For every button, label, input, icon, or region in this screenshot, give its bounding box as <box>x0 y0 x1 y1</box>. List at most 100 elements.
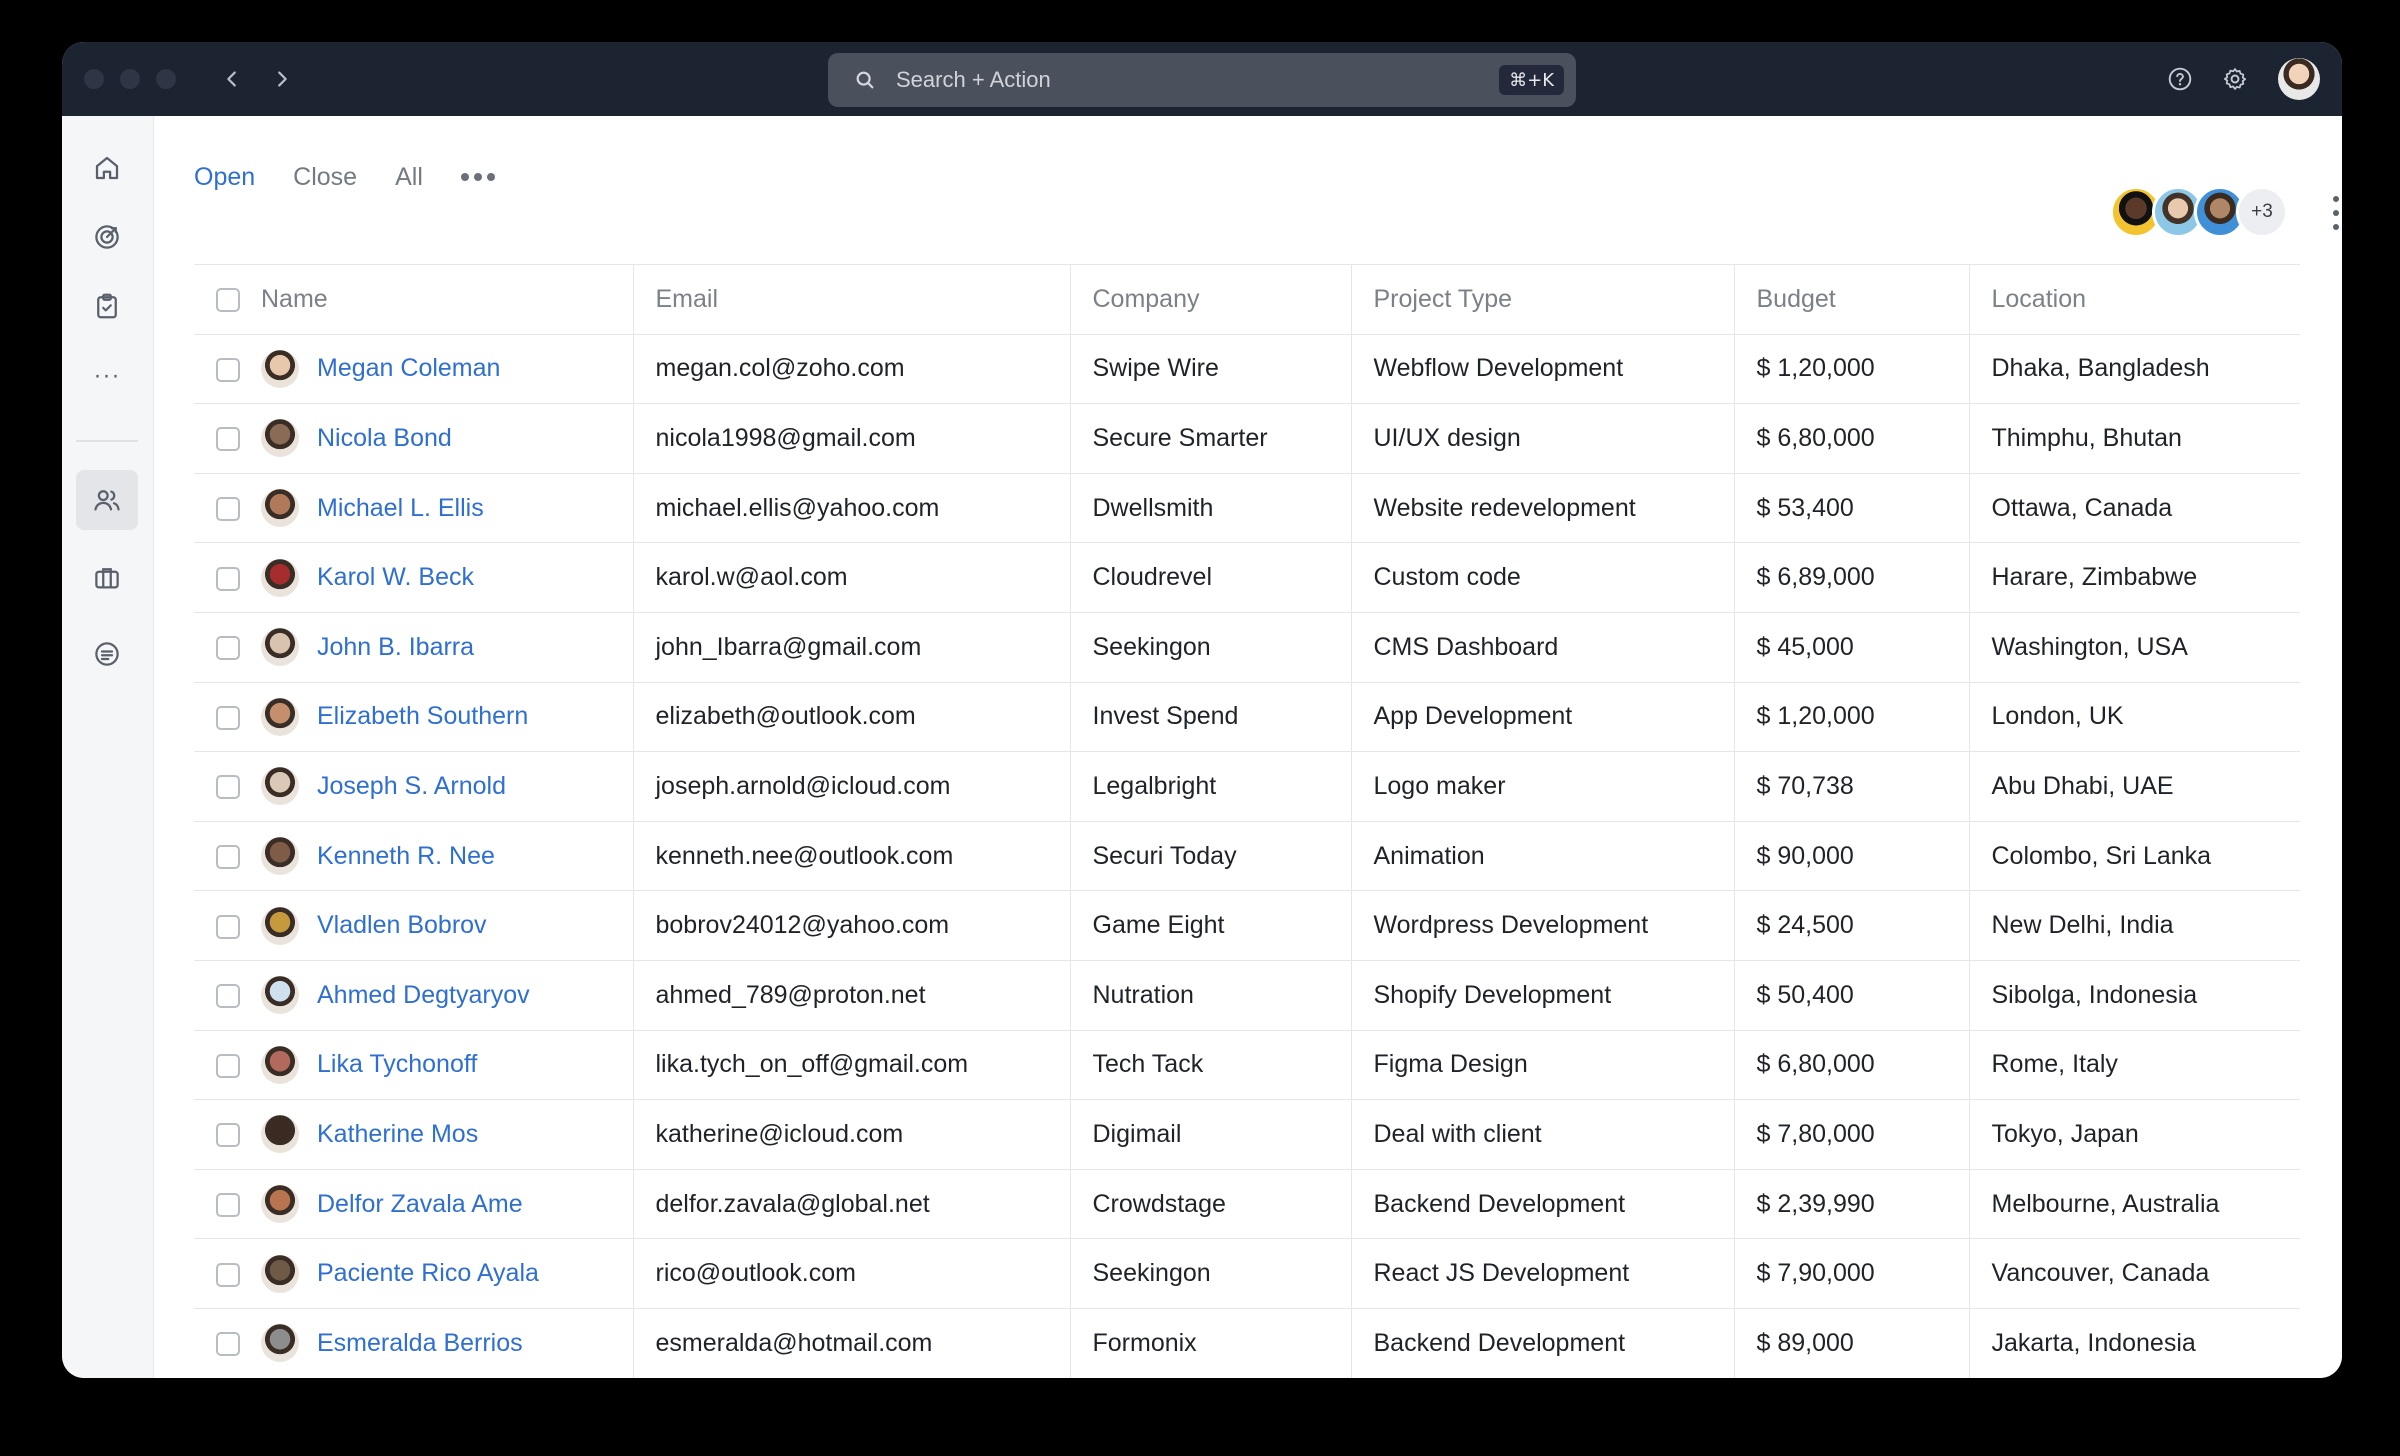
column-header-name[interactable]: Name <box>261 264 634 335</box>
table-row[interactable]: Nicola Bond nicola1998@gmail.com Secure Sm… <box>194 403 2300 474</box>
project-type-cell: Website redevelopment <box>1351 473 1735 543</box>
row-checkbox[interactable] <box>215 914 240 939</box>
tab-open[interactable]: Open <box>194 163 255 192</box>
row-checkbox[interactable] <box>215 705 240 730</box>
sidebar-item-messages[interactable] <box>76 624 138 684</box>
table-row[interactable]: Joseph S. Arnold joseph.arnold@icloud.com… <box>194 751 2300 822</box>
tab-all[interactable]: All <box>395 163 423 192</box>
row-checkbox[interactable] <box>215 427 240 452</box>
row-checkbox[interactable] <box>215 636 240 661</box>
budget-cell: $ 6,80,000 <box>1734 403 1970 474</box>
row-checkbox[interactable] <box>215 1262 240 1287</box>
settings-button[interactable] <box>2217 61 2253 97</box>
back-button[interactable] <box>212 59 252 99</box>
tab-close[interactable]: Close <box>293 163 357 192</box>
column-header-project-type[interactable]: Project Type <box>1351 264 1735 335</box>
row-checkbox[interactable] <box>215 775 240 800</box>
email-cell: ahmed_789@proton.net <box>633 960 1071 1031</box>
search-bar[interactable]: ⌘+K <box>828 53 1576 107</box>
shortcut-badge: ⌘+K <box>1499 65 1564 95</box>
project-type-cell: Wordpress Development <box>1351 890 1735 961</box>
contact-name-link[interactable]: Megan Coleman <box>317 354 500 383</box>
column-header-location[interactable]: Location <box>1969 265 2300 335</box>
sidebar-item-projects[interactable] <box>76 548 138 608</box>
select-all-checkbox[interactable] <box>215 288 240 313</box>
contact-name-link[interactable]: Katherine Mos <box>317 1120 478 1149</box>
budget-cell: $ 7,80,000 <box>1734 1099 1970 1170</box>
table-row[interactable]: Ahmed Degtyaryov ahmed_789@proton.net Nutr… <box>194 960 2300 1031</box>
company-cell: Invest Spend <box>1070 682 1352 752</box>
sidebar-item-contacts[interactable] <box>76 470 138 530</box>
name-cell: Nicola Bond <box>261 403 634 474</box>
contact-name-link[interactable]: Elizabeth Southern <box>317 702 528 731</box>
row-checkbox[interactable] <box>215 496 240 521</box>
table-row[interactable]: Elizabeth Southern elizabeth@outlook.com I… <box>194 682 2300 752</box>
table-row[interactable]: Megan Coleman megan.col@zoho.com Swipe Wir… <box>194 334 2300 404</box>
briefcase-icon <box>95 568 119 589</box>
contact-name-link[interactable]: Ahmed Degtyaryov <box>317 981 530 1010</box>
contact-name-link[interactable]: Michael L. Ellis <box>317 494 484 523</box>
company-cell: Seekingon <box>1070 1238 1352 1309</box>
more-tabs-button[interactable] <box>460 165 495 189</box>
row-checkbox[interactable] <box>215 1192 240 1217</box>
contact-name-link[interactable]: Kenneth R. Nee <box>317 842 495 871</box>
row-checkbox[interactable] <box>215 357 240 382</box>
location-cell: Tokyo, Japan <box>1991 1119 2139 1148</box>
table-row[interactable]: Paciente Rico Ayala rico@outlook.com Seeki… <box>194 1238 2300 1309</box>
table-row[interactable]: Katherine Mos katherine@icloud.com Digimai… <box>194 1099 2300 1170</box>
table-row[interactable]: Michael L. Ellis michael.ellis@yahoo.com D… <box>194 473 2300 543</box>
minimize-window-button[interactable] <box>120 69 140 89</box>
project-type-cell: Backend Development <box>1351 1169 1735 1239</box>
row-checkbox[interactable] <box>215 1053 240 1078</box>
more-dots-icon: ··· <box>93 362 121 389</box>
table-row[interactable]: Esmeralda Berrios esmeralda@hotmail.com Fo… <box>194 1308 2300 1378</box>
dot-icon <box>486 173 495 181</box>
table-row[interactable]: Kenneth R. Nee kenneth.nee@outlook.com Sec… <box>194 821 2300 891</box>
search-input[interactable] <box>878 53 1500 107</box>
user-avatar[interactable] <box>2278 58 2320 100</box>
help-icon <box>2168 67 2192 91</box>
row-checkbox[interactable] <box>215 566 240 591</box>
budget-cell: $ 53,400 <box>1734 473 1970 543</box>
name-cell: Ahmed Degtyaryov <box>261 960 634 1031</box>
company-cell: Legalbright <box>1070 751 1352 822</box>
sidebar-item-goals[interactable] <box>76 207 138 267</box>
row-checkbox[interactable] <box>215 1123 240 1148</box>
contact-name-link[interactable]: Delfor Zavala Ame <box>317 1190 523 1219</box>
table-row[interactable]: Delfor Zavala Ame delfor.zavala@global.ne… <box>194 1169 2300 1239</box>
sidebar: ··· <box>62 116 154 1378</box>
row-checkbox[interactable] <box>215 984 240 1009</box>
close-window-button[interactable] <box>84 69 104 89</box>
row-checkbox[interactable] <box>215 844 240 869</box>
sidebar-item-home[interactable] <box>76 138 138 198</box>
sidebar-item-more[interactable]: ··· <box>76 346 138 406</box>
contact-name-link[interactable]: Lika Tychonoff <box>317 1050 477 1079</box>
contact-name-link[interactable]: Paciente Rico Ayala <box>317 1259 539 1288</box>
help-button[interactable] <box>2162 61 2198 97</box>
column-header-company[interactable]: Company <box>1070 264 1352 335</box>
project-type-cell: Deal with client <box>1351 1099 1735 1170</box>
row-checkbox[interactable] <box>215 1332 240 1357</box>
home-icon <box>95 156 119 180</box>
forward-button[interactable] <box>262 59 302 99</box>
zoom-window-button[interactable] <box>156 69 176 89</box>
more-options-button[interactable] <box>2326 196 2342 230</box>
contact-name-link[interactable]: Vladlen Bobrov <box>317 911 487 940</box>
contact-name-link[interactable]: Esmeralda Berrios <box>317 1329 523 1358</box>
table-row[interactable]: Lika Tychonoff lika.tych_on_off@gmail.com… <box>194 1030 2300 1100</box>
column-header-email[interactable]: Email <box>633 264 1071 335</box>
contact-name-link[interactable]: Joseph S. Arnold <box>317 772 506 801</box>
name-cell: John B. Ibarra <box>261 612 634 683</box>
dot-icon <box>2333 210 2339 216</box>
contact-name-link[interactable]: Karol W. Beck <box>317 563 474 592</box>
table-row[interactable]: Karol W. Beck karol.w@aol.com Cloudrevel Cu… <box>194 542 2300 613</box>
table-row[interactable]: John B. Ibarra john_Ibarra@gmail.com Seeki… <box>194 612 2300 683</box>
column-header-budget[interactable]: Budget <box>1734 264 1970 335</box>
table-row[interactable]: Vladlen Bobrov bobrov24012@yahoo.com Game … <box>194 890 2300 961</box>
contact-name-link[interactable]: John B. Ibarra <box>317 633 474 662</box>
table-body: Megan Coleman megan.col@zoho.com Swipe Wir… <box>194 334 2300 1378</box>
contact-name-link[interactable]: Nicola Bond <box>317 424 452 453</box>
avatar <box>261 558 299 597</box>
location-cell: Vancouver, Canada <box>1991 1259 2210 1288</box>
sidebar-item-tasks[interactable] <box>76 276 138 336</box>
